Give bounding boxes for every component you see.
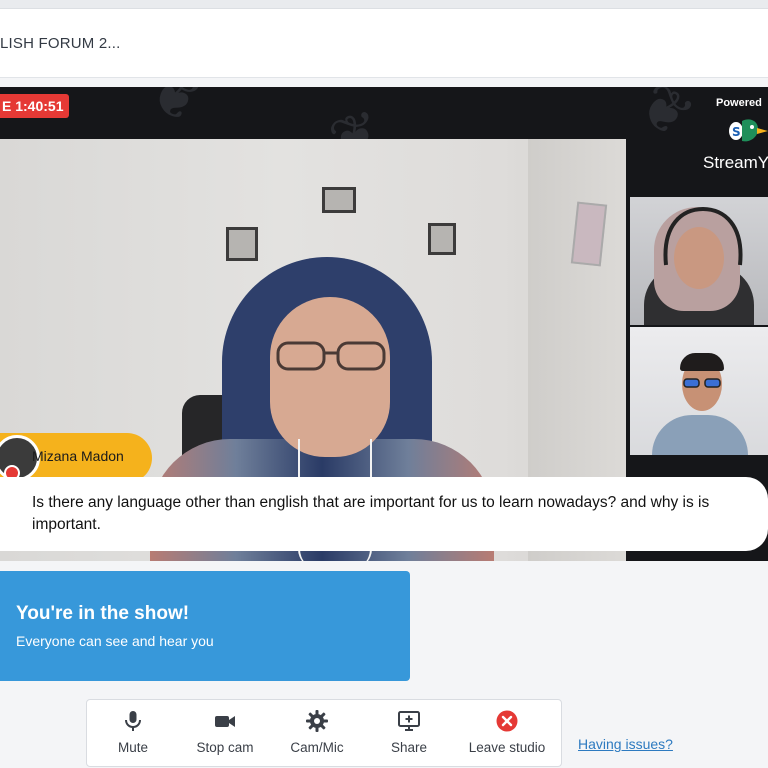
comment-banner: Is there any language other than english… bbox=[0, 477, 768, 551]
comment-text: Is there any language other than english… bbox=[32, 494, 710, 533]
glasses bbox=[683, 378, 721, 388]
streamyard-logo-icon: S bbox=[729, 119, 768, 142]
status-subtitle: Everyone can see and hear you bbox=[16, 633, 214, 649]
streamyard-logo-text: StreamY bbox=[703, 153, 768, 172]
svg-text:S: S bbox=[732, 125, 741, 139]
speaker-name: Mizana Madon bbox=[32, 448, 124, 464]
wall-frame bbox=[322, 187, 356, 213]
guest-video-tile[interactable] bbox=[630, 327, 768, 455]
decorative-leaf: ❦ bbox=[139, 87, 211, 139]
mute-button[interactable]: Mute bbox=[91, 700, 175, 766]
broadcast-stage: ❦ ❦ ❦ E 1:40:51 Powered S StreamY Mizana… bbox=[0, 87, 768, 561]
having-issues-link[interactable]: Having issues? bbox=[578, 736, 673, 752]
guest-body bbox=[652, 415, 748, 455]
screen-share-icon bbox=[398, 711, 420, 731]
share-button[interactable]: Share bbox=[367, 700, 451, 766]
leave-studio-label: Leave studio bbox=[468, 740, 546, 755]
wall-frame bbox=[428, 223, 456, 255]
broadcast-title: LISH FORUM 2... bbox=[0, 35, 121, 52]
studio-toolbar: Mute Stop cam Cam/Mic Share Leave studio bbox=[86, 699, 562, 767]
guest-hair bbox=[680, 353, 724, 371]
headset-icon bbox=[663, 206, 743, 266]
top-strip bbox=[0, 0, 768, 9]
live-timer-badge: E 1:40:51 bbox=[0, 94, 70, 118]
speaker-face bbox=[270, 297, 390, 457]
powered-by-label: Powered bbox=[716, 97, 762, 109]
in-show-status-card: You're in the show! Everyone can see and… bbox=[0, 571, 410, 681]
decorative-leaf: ❦ bbox=[624, 87, 706, 155]
stop-cam-label: Stop cam bbox=[196, 740, 254, 755]
wall-frame bbox=[226, 227, 258, 261]
stop-cam-button[interactable]: Stop cam bbox=[183, 700, 267, 766]
status-title: You're in the show! bbox=[16, 603, 190, 624]
mute-label: Mute bbox=[117, 740, 148, 755]
video-camera-icon bbox=[215, 716, 235, 727]
speaker-name-tag: Mizana Madon bbox=[0, 433, 152, 483]
leave-x-icon bbox=[496, 710, 518, 732]
microphone-icon bbox=[125, 711, 141, 731]
glasses bbox=[276, 341, 386, 371]
cam-mic-settings-button[interactable]: Cam/Mic bbox=[275, 700, 359, 766]
cam-mic-label: Cam/Mic bbox=[290, 740, 344, 755]
share-label: Share bbox=[390, 740, 428, 755]
leave-studio-button[interactable]: Leave studio bbox=[459, 700, 555, 766]
title-bar: LISH FORUM 2... bbox=[0, 9, 768, 78]
guest-video-tile[interactable] bbox=[630, 197, 768, 325]
gear-icon bbox=[306, 710, 328, 732]
